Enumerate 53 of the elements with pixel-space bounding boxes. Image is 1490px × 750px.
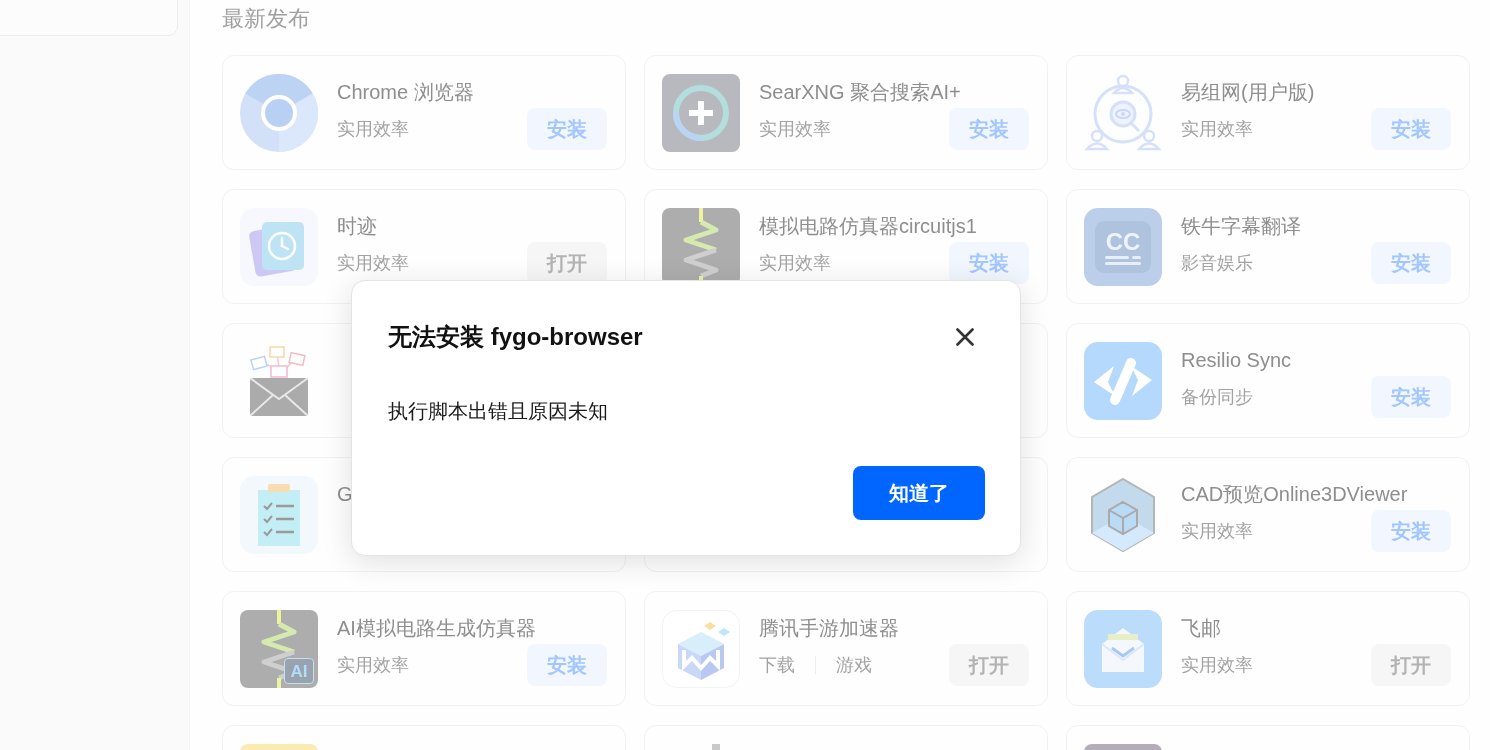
envelope-icon — [1084, 610, 1162, 688]
app-name: 模拟电路仿真器circuitjs1 — [759, 214, 977, 239]
people-network-icon — [1084, 74, 1162, 152]
logo-badge: AI — [284, 658, 314, 684]
app-card[interactable]: Resilio Sync 备份同步 安装 — [1066, 323, 1470, 438]
slash-logo-icon — [1084, 342, 1162, 420]
app-name: CAD预览Online3DViewer — [1181, 482, 1408, 507]
app-name: AI模拟电路生成仿真器 — [337, 616, 536, 641]
category-tag: 备份同步 — [1181, 385, 1253, 409]
dialog-title: 无法安装 fygo-browser — [388, 322, 643, 352]
app-card[interactable]: 飞邮 实用效率 打开 — [1066, 591, 1470, 706]
category-tag: 实用效率 — [759, 251, 831, 275]
plus-ring-icon — [662, 74, 740, 152]
open-button[interactable]: 打开 — [949, 644, 1029, 686]
app-name: Resilio Sync — [1181, 348, 1292, 373]
app-card[interactable]: CAD预览Online3DViewer 实用效率 安装 — [1066, 457, 1470, 572]
category-tag: 实用效率 — [1181, 653, 1253, 677]
app-name: 时迹 — [337, 214, 377, 239]
category-tag: 下载 — [759, 653, 795, 677]
open-button[interactable]: 打开 — [1371, 644, 1451, 686]
category-tag: 实用效率 — [337, 251, 409, 275]
category-tag: 实用效率 — [337, 117, 409, 141]
category-tag: 影音娱乐 — [1181, 251, 1253, 275]
app-name: Chrome 浏览器 — [337, 80, 474, 105]
category-tag: 实用效率 — [1181, 117, 1253, 141]
app-card[interactable]: SearXNG 聚合搜索AI+ 实用效率 安装 — [644, 55, 1048, 170]
install-button[interactable]: 安装 — [949, 242, 1029, 284]
logo-text: CC — [1105, 228, 1141, 255]
clock-pages-icon — [240, 208, 318, 286]
app-card[interactable]: AI AI模拟电路生成仿真器 实用效率 安装 — [222, 591, 626, 706]
app-name: 腾讯手游加速器 — [759, 616, 899, 641]
category-tag: 实用效率 — [1181, 519, 1253, 543]
close-button[interactable] — [953, 325, 977, 349]
app-card[interactable]: Chrome 浏览器 实用效率 安装 — [222, 55, 626, 170]
category-tag: 实用效率 — [759, 117, 831, 141]
ring-logo-icon — [240, 74, 318, 152]
app-name: 铁牛字幕翻译 — [1181, 214, 1301, 239]
section-title: 最新发布 — [222, 5, 310, 33]
confirm-button[interactable]: 知道了 — [853, 466, 985, 520]
app-card[interactable]: 腾讯手游加速器 下载 游戏 打开 — [644, 591, 1048, 706]
app-card[interactable]: CC 铁牛字幕翻译 影音娱乐 安装 — [1066, 189, 1470, 304]
app-name: SearXNG 聚合搜索AI+ — [759, 80, 961, 105]
category-tag: 实用效率 — [337, 653, 409, 677]
app-name: 飞邮 — [1181, 616, 1221, 641]
category-tag: 游戏 — [836, 653, 872, 677]
clipboard-checklist-icon — [240, 476, 318, 554]
cube-letter-icon — [662, 610, 740, 688]
dialog-message: 执行脚本出错且原因未知 — [388, 399, 608, 424]
app-name: G — [337, 482, 353, 507]
app-card[interactable]: 易组网(用户版) 实用效率 安装 — [1066, 55, 1470, 170]
close-icon — [956, 328, 974, 346]
zigzag-wire-icon — [240, 610, 318, 688]
app-name: 易组网(用户版) — [1181, 80, 1315, 105]
